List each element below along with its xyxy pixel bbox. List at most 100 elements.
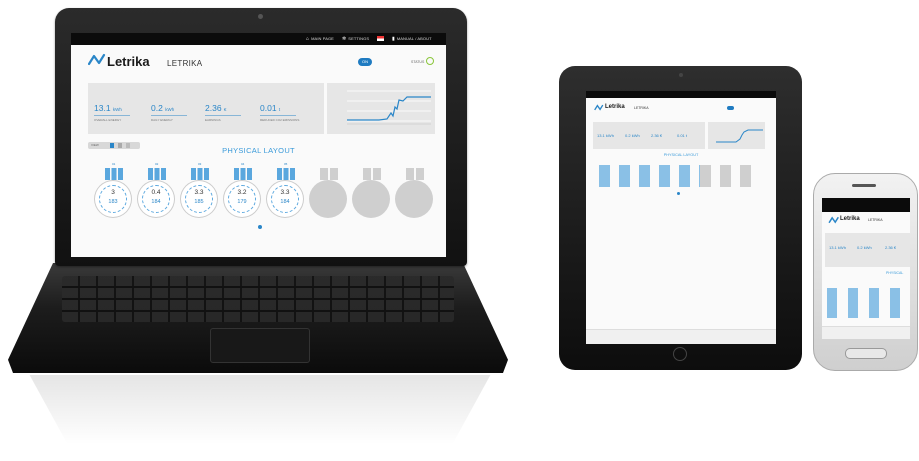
tablet-topbar [586, 91, 776, 98]
power-toggle-button[interactable]: ON [358, 58, 372, 66]
stat-earnings: 2.36 € EARNINGS [205, 103, 257, 122]
panel-icon [105, 168, 123, 180]
stat-value: 2.36 [205, 103, 222, 113]
module-power: 179 [237, 199, 247, 205]
layout-title: PHYSICAL LAYOUT [222, 146, 295, 155]
home-icon: ⌂ [306, 36, 310, 42]
module-gauge: 3.3 185 [180, 180, 218, 218]
logo-mark-icon [828, 216, 839, 224]
energy-chart-panel[interactable] [708, 122, 765, 149]
module-id: 03 [198, 162, 202, 166]
stat-value: 0.01 t [677, 133, 688, 138]
page-title: LETRIKA [634, 106, 649, 110]
panel-icon [148, 168, 166, 180]
stat-value: 13.1 kWh [829, 245, 846, 250]
logo-mark-icon [88, 53, 106, 66]
stat-value: 0.01 [260, 103, 277, 113]
stat-unit: t [278, 107, 281, 112]
tablet-camera [679, 73, 683, 77]
stat-value: 0.2 kWh [625, 133, 640, 138]
module-row[interactable] [827, 288, 907, 318]
phone-speaker [852, 184, 876, 187]
module-card[interactable]: 02 0.4 184 [137, 162, 177, 218]
module-row-empty [700, 165, 760, 187]
module-power: 184 [151, 199, 161, 205]
panel-icon [191, 168, 209, 180]
phone-screen: Letrika LETRIKA 13.1 kWh 0.2 kWh 2.36 € … [822, 198, 910, 339]
nav-manual[interactable]: ▮ MANUAL / ABOUT [392, 36, 432, 42]
divider [260, 115, 296, 116]
stat-value: 0.2 [151, 103, 163, 113]
module-gauge: 3.2 179 [223, 180, 261, 218]
stat-value: 2.36 € [651, 133, 663, 138]
energy-chart [347, 90, 431, 125]
module-kwh: 0.4 [151, 189, 161, 196]
stats-panel: 13.1 kWh 0.2 kWh 2.36 € 0.01 t [593, 122, 705, 149]
module-power: 184 [280, 199, 290, 205]
divider [151, 115, 187, 116]
stat-label: REDUCED CO2 EMISSIONS [260, 118, 300, 122]
status-label: STATUS [411, 60, 425, 64]
divider [205, 115, 241, 116]
logo-mark-icon [594, 104, 604, 111]
stat-overall-energy: 13.1 kWh OVERALL ENERGY [94, 103, 146, 122]
nav-settings[interactable]: ✲ SETTINGS [342, 36, 369, 42]
status-ok-icon [426, 57, 434, 65]
panel-icon [277, 168, 295, 180]
module-card[interactable]: 03 3.3 185 [180, 162, 220, 218]
phone-home-button[interactable] [845, 348, 887, 359]
logo-text: Letrika [840, 216, 860, 222]
tablet-screen: Letrika LETRIKA 13.1 kWh 0.2 kWh 2.36 € … [586, 91, 776, 344]
pagination-dot[interactable] [258, 225, 262, 229]
energy-chart-panel[interactable] [327, 83, 435, 134]
module-kwh: 3 [111, 189, 115, 196]
tablet-home-button[interactable] [673, 347, 687, 361]
page-title: LETRIKA [868, 218, 883, 222]
stat-value: 2.36 € [885, 245, 897, 250]
laptop-camera [258, 14, 263, 19]
module-gauge: 3 183 [94, 180, 132, 218]
page-title: LETRIKA [167, 59, 203, 68]
stat-unit: kWh [165, 107, 175, 112]
module-card[interactable]: 05 3.3 184 [266, 162, 306, 218]
top-nav-bar: ⌂ MAIN PAGE ✲ SETTINGS ▮ MANUAL / ABOUT [71, 33, 446, 45]
stat-unit: kWh [112, 107, 122, 112]
stat-label: EARNINGS [205, 118, 221, 122]
module-kwh: 3.3 [280, 189, 290, 196]
language-flag-icon[interactable] [377, 36, 384, 41]
module-card[interactable]: 01 3 183 [94, 162, 134, 218]
nav-mainpage[interactable]: ⌂ MAIN PAGE [306, 36, 334, 42]
stats-panel: 13.1 kWh 0.2 kWh 2.36 € [825, 233, 910, 267]
laptop-touchpad [210, 328, 310, 363]
power-toggle-button[interactable] [727, 106, 734, 110]
stat-daily-energy: 0.2 kWh DAILY ENERGY [151, 103, 203, 122]
divider [94, 115, 130, 116]
stat-value: 0.2 kWh [857, 245, 872, 250]
stats-panel: 13.1 kWh OVERALL ENERGY 0.2 kWh DAILY EN… [88, 83, 324, 134]
phone-footer [822, 326, 910, 339]
module-id: 04 [241, 162, 245, 166]
stat-unit: € [223, 107, 227, 112]
tablet-footer [586, 329, 776, 344]
book-icon: ▮ [392, 36, 395, 42]
module-slot-empty [395, 162, 435, 218]
module-slot-empty [352, 162, 392, 218]
laptop-reflection [29, 375, 491, 445]
module-id: 01 [112, 162, 116, 166]
stat-label: DAILY ENERGY [151, 118, 173, 122]
logo-text: Letrika [605, 104, 625, 110]
logo-text: Letrika [107, 54, 150, 69]
stat-value: 13.1 kWh [597, 133, 614, 138]
layout-title: PHYSICAL [886, 271, 904, 275]
module-kwh: 3.2 [237, 189, 247, 196]
laptop-keyboard-rows [62, 276, 454, 322]
module-power: 183 [108, 199, 118, 205]
laptop-screen: ⌂ MAIN PAGE ✲ SETTINGS ▮ MANUAL / ABOUT Let… [71, 33, 446, 257]
pagination-dot[interactable] [677, 192, 680, 195]
module-card[interactable]: 04 3.2 179 [223, 162, 263, 218]
stat-value: 13.1 [94, 103, 111, 113]
layout-title: PHYSICAL LAYOUT [663, 153, 699, 157]
phone-topbar [822, 198, 910, 212]
module-power: 185 [194, 199, 204, 205]
stat-label: OVERALL ENERGY [94, 118, 122, 122]
